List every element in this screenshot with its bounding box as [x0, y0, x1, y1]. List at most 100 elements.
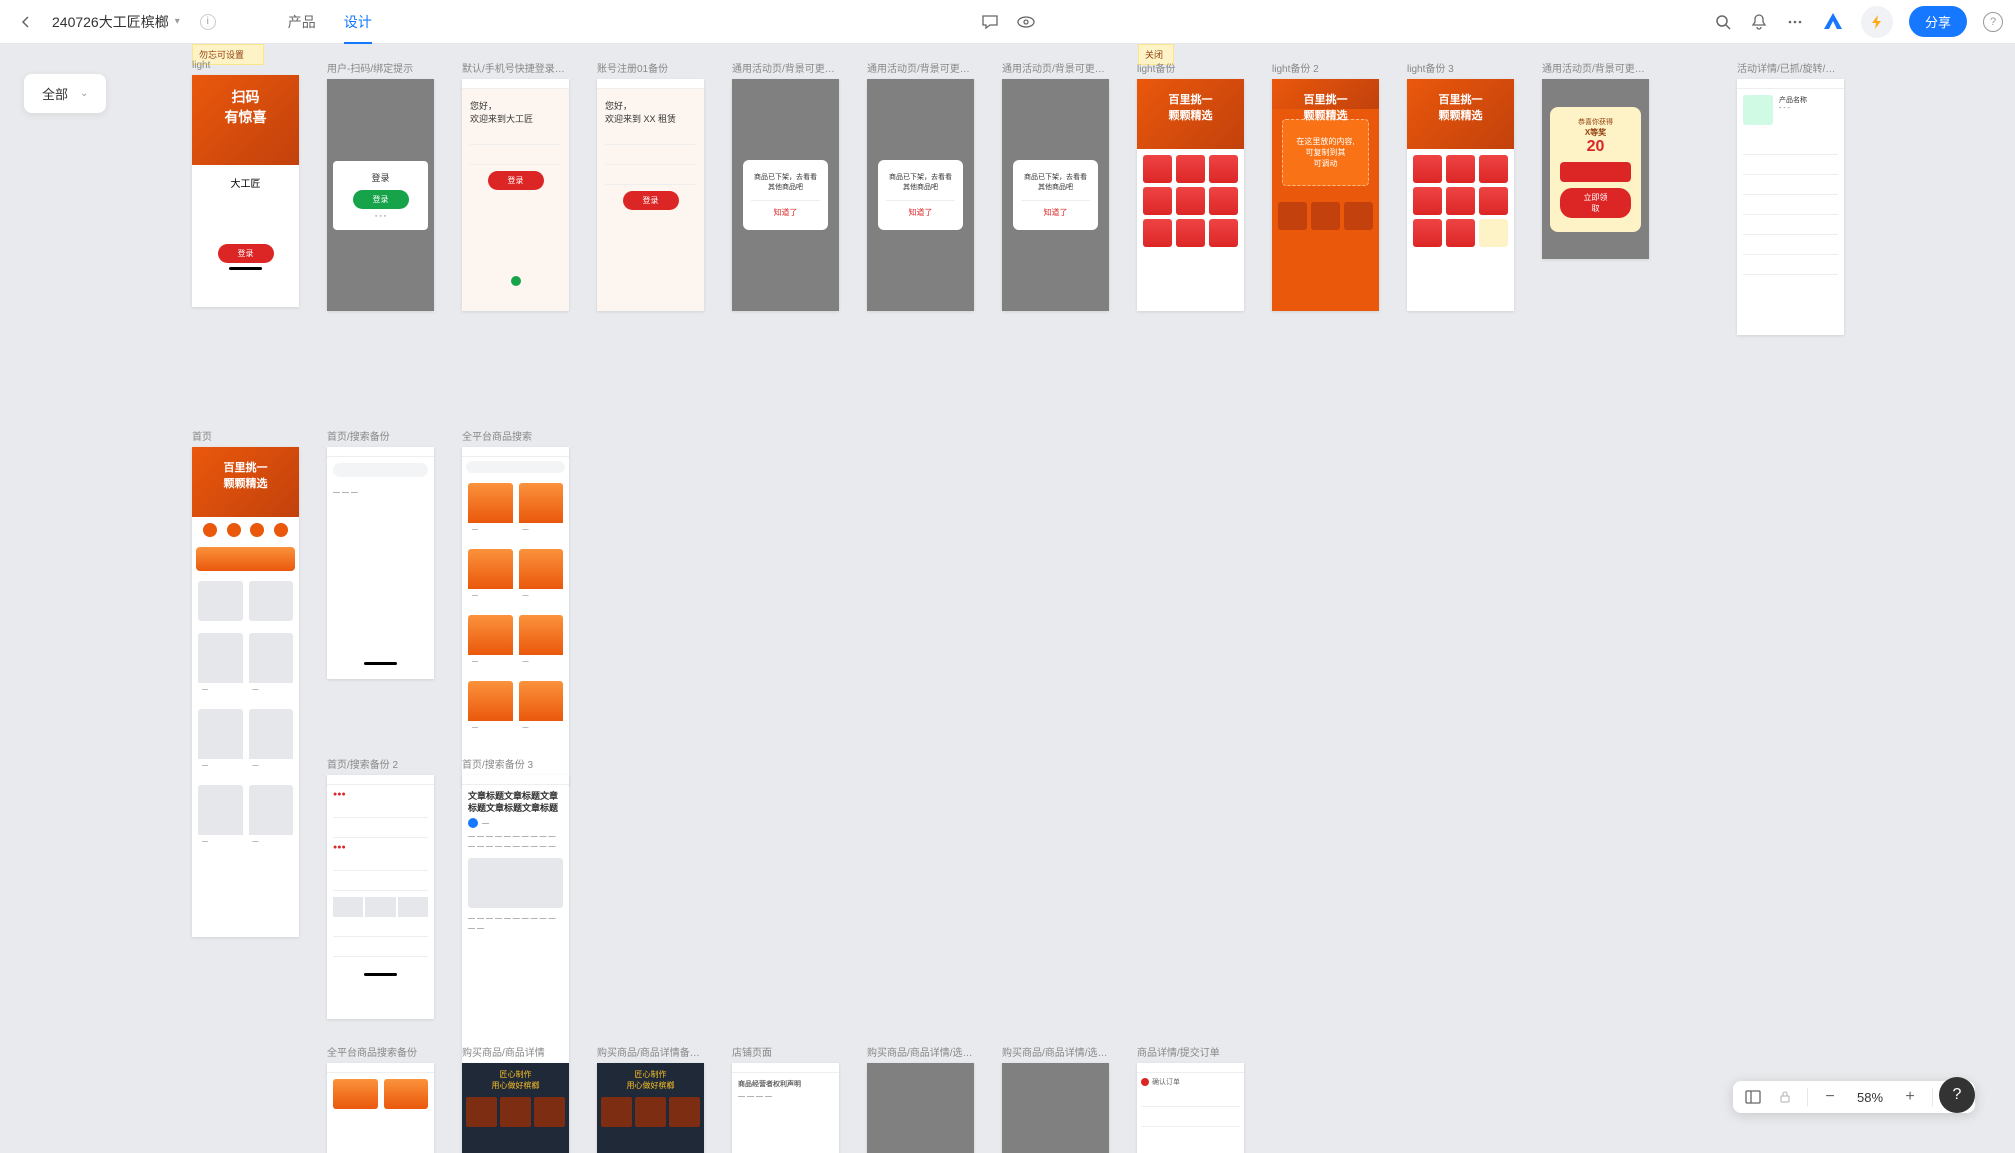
- artboard[interactable]: 默认/手机号快捷登录备… 您好， 欢迎来到大工匠 登录: [462, 60, 569, 311]
- artboard[interactable]: 首页/搜索备份 — — —: [327, 428, 434, 679]
- artboard[interactable]: 首页/搜索备份 2 ●●● ●●●: [327, 756, 434, 1019]
- artboard-label: 全平台商品搜索: [462, 428, 569, 443]
- chevron-left-icon: [18, 14, 34, 30]
- artboard-label: 账号注册01备份: [597, 60, 704, 75]
- filter-label: 全部: [42, 84, 68, 103]
- artboard[interactable]: 购买商品/商品详情 匠心制作 用心做好槟榔: [462, 1044, 569, 1153]
- artboard-label: 店铺页面: [732, 1044, 839, 1059]
- artboard-frame: [327, 1063, 434, 1153]
- artboard-label: 活动详情/已抓/旋转/测…: [1737, 60, 1844, 75]
- share-button[interactable]: 分享: [1909, 6, 1967, 37]
- zoom-value[interactable]: 58%: [1852, 1090, 1888, 1105]
- artboard[interactable]: 全平台商品搜索 —— —— —— ——: [462, 428, 569, 787]
- artboard-label: 购买商品/商品详情/选…: [867, 1044, 974, 1059]
- bell-icon[interactable]: [1749, 12, 1769, 32]
- document-title[interactable]: 240726大工匠槟榔 ▾: [52, 12, 180, 32]
- artboard[interactable]: 首页 百里挑一 颗颗精选 —— —— ——: [192, 428, 299, 937]
- artboard-label: 首页/搜索备份 2: [327, 756, 434, 771]
- help-icon[interactable]: ?: [1983, 12, 2003, 32]
- artboard-frame: ●●● ●●●: [327, 775, 434, 1019]
- header-center: [980, 12, 1036, 32]
- artboard-frame: 百里挑一 颗颗精选: [1137, 79, 1244, 311]
- artboard-frame: 您好， 欢迎来到 XX 租赁 登录: [597, 79, 704, 311]
- search-icon[interactable]: [1713, 12, 1733, 32]
- design-canvas[interactable]: 勿忘可设置 关闭 light 扫码 有惊喜 大工匠 登录 用户-扫码/绑定提示 …: [0, 44, 2015, 1153]
- header-right: 分享 ?: [1713, 6, 2003, 38]
- tab-product[interactable]: 产品: [288, 0, 316, 44]
- artboard[interactable]: 通用活动页/背景可更换… 商品已下架，去看看其他商品吧 知道了: [867, 60, 974, 311]
- artboard[interactable]: light备份 3 百里挑一 颗颗精选: [1407, 60, 1514, 311]
- artboard-frame: 确认订单: [1137, 1063, 1244, 1153]
- artboard[interactable]: 购买商品/商品详情备份 … 匠心制作 用心做好槟榔: [597, 1044, 704, 1153]
- artboard[interactable]: light备份 百里挑一 颗颗精选: [1137, 60, 1244, 311]
- artboard[interactable]: 活动详情/已抓/旋转/测… 产品名称 - - -: [1737, 60, 1844, 335]
- artboard[interactable]: 购买商品/商品详情/选…: [867, 1044, 974, 1153]
- artboard[interactable]: 通用活动页/背景可更换… 恭喜你获得 X等奖 20 立即领取: [1542, 60, 1649, 259]
- artboard[interactable]: 店铺页面 商品经营者权利声明— — — —: [732, 1044, 839, 1153]
- back-button[interactable]: [12, 8, 40, 36]
- artboard[interactable]: 通用活动页/背景可更换… 商品已下架，去看看其他商品吧 知道了: [732, 60, 839, 311]
- chevron-down-icon: ▾: [175, 16, 180, 27]
- artboard-label: 用户-扫码/绑定提示: [327, 60, 434, 75]
- artboard-label: light备份 3: [1407, 60, 1514, 75]
- artboard-label: 商品详情/提交订单: [1137, 1044, 1244, 1059]
- artboard-label: 首页/搜索备份: [327, 428, 434, 443]
- artboard-frame: 恭喜你获得 X等奖 20 立即领取: [1542, 79, 1649, 259]
- artboard-label: 默认/手机号快捷登录备…: [462, 60, 569, 75]
- artboards-container: 勿忘可设置 关闭 light 扫码 有惊喜 大工匠 登录 用户-扫码/绑定提示 …: [0, 44, 2015, 1153]
- header-tabs: 产品 设计: [288, 0, 372, 44]
- artboard-frame: — — —: [327, 447, 434, 679]
- app-header: 240726大工匠槟榔 ▾ i 产品 设计 分享: [0, 0, 2015, 44]
- artboard-label: 购买商品/商品详情/选…: [1002, 1044, 1109, 1059]
- comment-icon[interactable]: [980, 12, 1000, 32]
- artboard-label: 通用活动页/背景可更换…: [1542, 60, 1649, 75]
- artboard-frame: 登录 登录 ◦ ◦ ◦: [327, 79, 434, 311]
- artboard-frame: 商品已下架，去看看其他商品吧 知道了: [1002, 79, 1109, 311]
- artboard-label: 全平台商品搜索备份: [327, 1044, 434, 1059]
- artboard-frame: 百里挑一 颗颗精选 在这里放的内容, 可复制到其 可调动: [1272, 79, 1379, 311]
- artboard[interactable]: 全平台商品搜索备份: [327, 1044, 434, 1153]
- artboard-frame: [867, 1063, 974, 1153]
- artboard-frame: 百里挑一 颗颗精选: [1407, 79, 1514, 311]
- artboard[interactable]: 首页/搜索备份 3 文章标题文章标题文章标题文章标题文章标题 — — — — —…: [462, 756, 569, 1065]
- bolt-button[interactable]: [1861, 6, 1893, 38]
- bolt-icon: [1869, 14, 1885, 30]
- zoom-out-button[interactable]: −: [1820, 1087, 1840, 1107]
- artboard-label: 首页: [192, 428, 299, 443]
- eye-icon[interactable]: [1016, 12, 1036, 32]
- artboard[interactable]: 账号注册01备份 您好， 欢迎来到 XX 租赁 登录: [597, 60, 704, 311]
- artboard-frame: 商品已下架，去看看其他商品吧 知道了: [867, 79, 974, 311]
- artboard-frame: 匠心制作 用心做好槟榔: [597, 1063, 704, 1153]
- artboard-frame: [1002, 1063, 1109, 1153]
- artboard-label: light备份 2: [1272, 60, 1379, 75]
- artboard-frame: 商品经营者权利声明— — — —: [732, 1063, 839, 1153]
- artboard-label: 通用活动页/背景可更换…: [1002, 60, 1109, 75]
- panels-icon[interactable]: [1743, 1087, 1763, 1107]
- app-logo-icon[interactable]: [1821, 10, 1845, 34]
- artboard-frame: 匠心制作 用心做好槟榔: [462, 1063, 569, 1153]
- info-icon[interactable]: i: [200, 14, 216, 30]
- filter-dropdown[interactable]: 全部 ⌄: [24, 74, 106, 113]
- zoom-in-button[interactable]: +: [1900, 1087, 1920, 1107]
- artboard[interactable]: 通用活动页/背景可更换… 商品已下架，去看看其他商品吧 知道了: [1002, 60, 1109, 311]
- artboard[interactable]: light备份 2 百里挑一 颗颗精选 在这里放的内容, 可复制到其 可调动: [1272, 60, 1379, 311]
- lock-icon[interactable]: [1775, 1087, 1795, 1107]
- artboard[interactable]: 用户-扫码/绑定提示 登录 登录 ◦ ◦ ◦: [327, 60, 434, 311]
- more-icon[interactable]: [1785, 12, 1805, 32]
- artboard-frame: 文章标题文章标题文章标题文章标题文章标题 — — — — — — — — — —…: [462, 775, 569, 1065]
- document-title-text: 240726大工匠槟榔: [52, 12, 169, 32]
- artboard[interactable]: 商品详情/提交订单 确认订单: [1137, 1044, 1244, 1153]
- artboard-label: 首页/搜索备份 3: [462, 756, 569, 771]
- artboard-frame: 百里挑一 颗颗精选 —— —— ——: [192, 447, 299, 937]
- tab-design[interactable]: 设计: [344, 0, 372, 44]
- artboard-frame: 您好， 欢迎来到大工匠 登录: [462, 79, 569, 311]
- artboard-label: 购买商品/商品详情: [462, 1044, 569, 1059]
- help-fab[interactable]: ?: [1939, 1077, 1975, 1113]
- header-left: 240726大工匠槟榔 ▾ i 产品 设计: [12, 0, 372, 44]
- chevron-down-icon: ⌄: [80, 88, 88, 99]
- artboard[interactable]: 购买商品/商品详情/选…: [1002, 1044, 1109, 1153]
- artboard-label: 通用活动页/背景可更换…: [867, 60, 974, 75]
- artboard[interactable]: light 扫码 有惊喜 大工匠 登录: [192, 60, 299, 307]
- artboard-label: 通用活动页/背景可更换…: [732, 60, 839, 75]
- artboard-frame: —— —— —— ——: [462, 447, 569, 787]
